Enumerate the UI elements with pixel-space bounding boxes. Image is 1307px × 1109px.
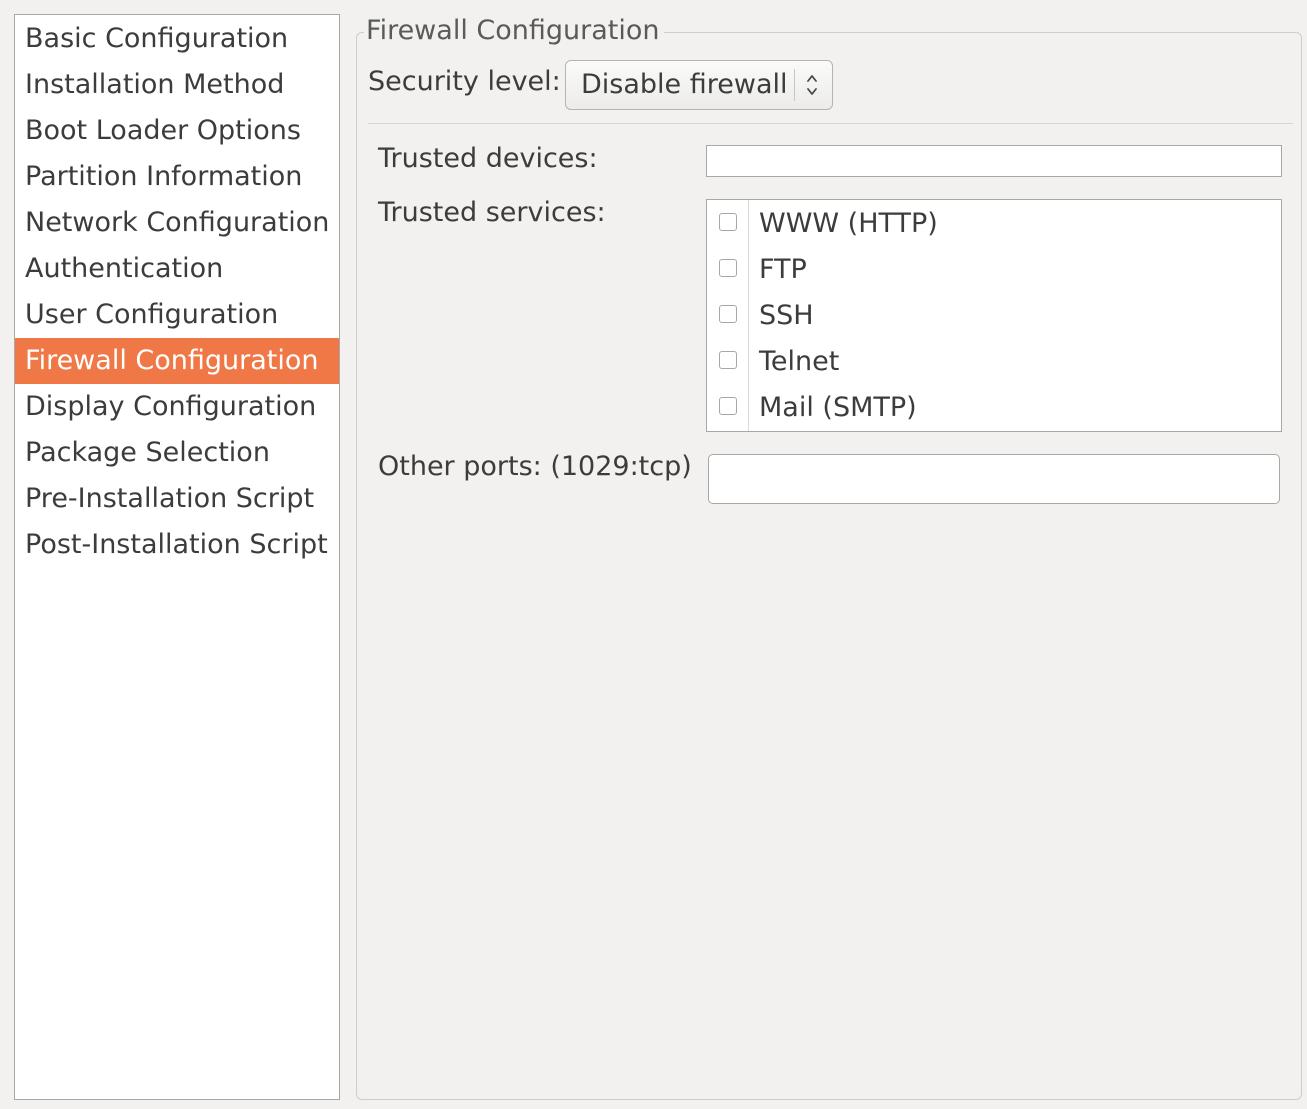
sidebar-item-basic-configuration[interactable]: Basic Configuration: [15, 16, 339, 62]
sidebar-item-package-selection[interactable]: Package Selection: [15, 430, 339, 476]
combo-separator: [794, 69, 795, 101]
trusted-devices-label: Trusted devices:: [378, 143, 598, 174]
service-row-ssh: SSH: [707, 293, 1281, 339]
service-label-telnet: Telnet: [759, 346, 840, 377]
sidebar-item-boot-loader-options[interactable]: Boot Loader Options: [15, 108, 339, 154]
service-row-smtp: Mail (SMTP): [707, 385, 1281, 431]
security-level-select[interactable]: Disable firewall: [565, 60, 833, 110]
sidebar-item-pre-installation-script[interactable]: Pre-Installation Script: [15, 476, 339, 522]
security-level-label: Security level:: [368, 66, 561, 97]
separator: [368, 123, 1293, 124]
service-label-ssh: SSH: [759, 300, 814, 331]
sidebar-item-authentication[interactable]: Authentication: [15, 246, 339, 292]
security-level-value: Disable firewall: [581, 69, 788, 100]
service-checkbox-telnet[interactable]: [719, 351, 737, 369]
trusted-services-list: WWW (HTTP) FTP SSH Telnet Mail (SMTP): [706, 199, 1282, 432]
up-down-arrows-icon: [804, 70, 820, 100]
other-ports-label: Other ports: (1029:tcp): [378, 451, 692, 482]
service-label-http: WWW (HTTP): [759, 208, 938, 239]
service-checkbox-smtp[interactable]: [719, 397, 737, 415]
service-label-ftp: FTP: [759, 254, 807, 285]
frame-title: Firewall Configuration: [364, 14, 664, 48]
firewall-frame: [356, 32, 1302, 1100]
trusted-devices-input[interactable]: [707, 146, 1281, 176]
service-checkbox-http[interactable]: [719, 213, 737, 231]
service-checkbox-ftp[interactable]: [719, 259, 737, 277]
sidebar-item-display-configuration[interactable]: Display Configuration: [15, 384, 339, 430]
sidebar: Basic Configuration Installation Method …: [14, 14, 340, 1100]
other-ports-input[interactable]: [709, 455, 1279, 503]
sidebar-item-installation-method[interactable]: Installation Method: [15, 62, 339, 108]
trusted-devices-field[interactable]: [706, 145, 1282, 177]
sidebar-item-post-installation-script[interactable]: Post-Installation Script: [15, 522, 339, 568]
sidebar-list: Basic Configuration Installation Method …: [15, 16, 339, 568]
other-ports-field[interactable]: [708, 454, 1280, 504]
service-row-http: WWW (HTTP): [707, 201, 1281, 247]
sidebar-item-firewall-configuration[interactable]: Firewall Configuration: [15, 338, 339, 384]
sidebar-item-network-configuration[interactable]: Network Configuration: [15, 200, 339, 246]
service-label-smtp: Mail (SMTP): [759, 392, 917, 423]
service-checkbox-ssh[interactable]: [719, 305, 737, 323]
sidebar-item-partition-information[interactable]: Partition Information: [15, 154, 339, 200]
service-row-telnet: Telnet: [707, 339, 1281, 385]
sidebar-item-user-configuration[interactable]: User Configuration: [15, 292, 339, 338]
service-row-ftp: FTP: [707, 247, 1281, 293]
trusted-services-label: Trusted services:: [378, 197, 606, 228]
